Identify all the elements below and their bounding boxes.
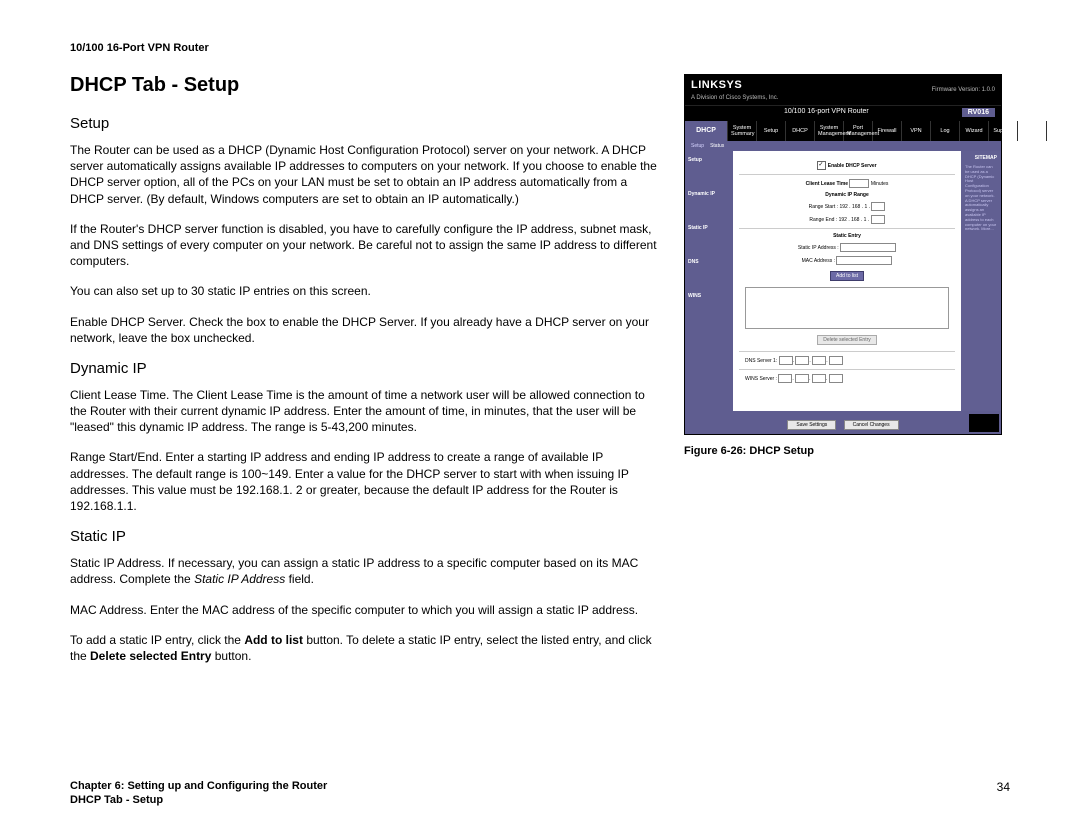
figure-caption: Figure 6-26: DHCP Setup [684, 445, 1000, 457]
tab-firewall[interactable]: Firewall [873, 121, 902, 141]
tab-vpn[interactable]: VPN [902, 121, 931, 141]
static-para-1: Static IP Address. If necessary, you can… [70, 555, 660, 587]
tab-setup[interactable]: Setup [757, 121, 786, 141]
tab-dhcp-dup[interactable]: DHCP [786, 121, 815, 141]
brand-logo: LINKSYS [691, 79, 742, 91]
dns-octet-3[interactable] [812, 356, 826, 365]
left-label-wins: WINS [688, 293, 730, 299]
tab-dhcp[interactable]: DHCP [685, 121, 728, 141]
device-model: RV016 [962, 108, 995, 117]
device-title: 10/100 16-port VPN Router [784, 108, 869, 117]
dns-server-label: DNS Server 1: [745, 358, 777, 364]
dynamic-para-1: Client Lease Time. The Client Lease Time… [70, 387, 660, 436]
save-settings-button[interactable]: Save Settings [787, 420, 836, 430]
setup-para-3: You can also set up to 30 static IP entr… [70, 283, 660, 299]
mac-address-label: MAC Address : [802, 258, 835, 264]
tab-logout[interactable]: Logout [1018, 121, 1047, 141]
lease-time-label: Client Lease Time [806, 181, 848, 187]
router-screenshot: LINKSYS A Division of Cisco Systems, Inc… [684, 74, 1002, 435]
brand-subtitle: A Division of Cisco Systems, Inc. [691, 95, 778, 101]
left-label-dns: DNS [688, 259, 730, 265]
left-labels: Setup Dynamic IP Static IP DNS WINS [685, 151, 733, 411]
firmware-version: Firmware Version: 1.0.0 [932, 87, 995, 93]
left-label-setup: Setup [688, 157, 730, 163]
sitemap-blurb: The Router can be used as a DHCP (Dynami… [965, 165, 997, 232]
figure-column: LINKSYS A Division of Cisco Systems, Inc… [684, 74, 1000, 457]
tab-log[interactable]: Log [931, 121, 960, 141]
footer-chapter: Chapter 6: Setting up and Configuring th… [70, 780, 327, 792]
dns-octet-1[interactable] [779, 356, 793, 365]
sub-nav: Setup Status [685, 141, 1001, 151]
range-start-prefix: 192 . 168 . 1 . [839, 204, 870, 210]
setup-para-4: Enable DHCP Server. Check the box to ena… [70, 314, 660, 346]
add-to-list-button[interactable]: Add to list [830, 271, 864, 281]
wins-octet-1[interactable] [778, 374, 792, 383]
enable-dhcp-label: Enable DHCP Server [828, 163, 877, 169]
subnav-status[interactable]: Status [710, 143, 724, 149]
footer-section: DHCP Tab - Setup [70, 794, 1010, 806]
static-ip-input[interactable] [840, 243, 896, 252]
form-area: ✓ Enable DHCP Server Client Lease Time M… [733, 151, 961, 411]
range-start-input[interactable] [871, 202, 885, 211]
dynamic-range-heading: Dynamic IP Range [739, 192, 955, 198]
wins-server-label: WINS Server : [745, 376, 777, 382]
wins-octet-4[interactable] [829, 374, 843, 383]
tab-port-management[interactable]: Port Management [844, 121, 873, 141]
lease-time-input[interactable] [849, 179, 869, 188]
tab-wizard[interactable]: Wizard [960, 121, 989, 141]
range-end-prefix: 192 . 168 . 1 . [839, 217, 870, 223]
tab-system-summary[interactable]: System Summary [728, 121, 757, 141]
lease-time-unit: Minutes [871, 181, 889, 187]
static-ip-label: Static IP Address : [798, 245, 839, 251]
dynamic-para-2: Range Start/End. Enter a starting IP add… [70, 449, 660, 514]
cisco-logo-icon [969, 414, 999, 432]
setup-para-2: If the Router's DHCP server function is … [70, 221, 660, 270]
tab-support[interactable]: Support [989, 121, 1018, 141]
sitemap-panel: SITEMAP The Router can be used as a DHCP… [961, 151, 1001, 411]
sitemap-title: SITEMAP [965, 155, 997, 161]
range-end-input[interactable] [871, 215, 885, 224]
page-footer: Chapter 6: Setting up and Configuring th… [70, 780, 1010, 806]
text-column: DHCP Tab - Setup Setup The Router can be… [70, 74, 660, 678]
range-start-label: Range Start : [809, 204, 838, 210]
static-para-2: MAC Address. Enter the MAC address of th… [70, 602, 660, 618]
cancel-changes-button[interactable]: Cancel Changes [844, 420, 899, 430]
dns-octet-4[interactable] [829, 356, 843, 365]
footer-page-number: 34 [997, 780, 1010, 794]
left-label-dynamic: Dynamic IP [688, 191, 730, 197]
left-label-static: Static IP [688, 225, 730, 231]
top-nav: DHCP System Summary Setup DHCP System Ma… [685, 121, 1001, 141]
static-entry-listbox[interactable] [745, 287, 949, 329]
wins-octet-2[interactable] [795, 374, 809, 383]
static-ip-heading: Static IP [70, 528, 660, 545]
dns-octet-2[interactable] [795, 356, 809, 365]
product-line: 10/100 16-Port VPN Router [70, 42, 1010, 54]
page-title: DHCP Tab - Setup [70, 74, 660, 97]
subnav-setup[interactable]: Setup [691, 143, 704, 149]
wins-octet-3[interactable] [812, 374, 826, 383]
static-para-3: To add a static IP entry, click the Add … [70, 632, 660, 664]
setup-heading: Setup [70, 115, 660, 132]
tab-system-management[interactable]: System Management [815, 121, 844, 141]
static-entry-heading: Static Entry [739, 233, 955, 239]
delete-selected-button[interactable]: Delete selected Entry [817, 335, 877, 345]
mac-address-input[interactable] [836, 256, 892, 265]
range-end-label: Range End : [809, 217, 837, 223]
setup-para-1: The Router can be used as a DHCP (Dynami… [70, 142, 660, 207]
dynamic-ip-heading: Dynamic IP [70, 360, 660, 377]
enable-dhcp-checkbox[interactable]: ✓ [817, 161, 826, 170]
